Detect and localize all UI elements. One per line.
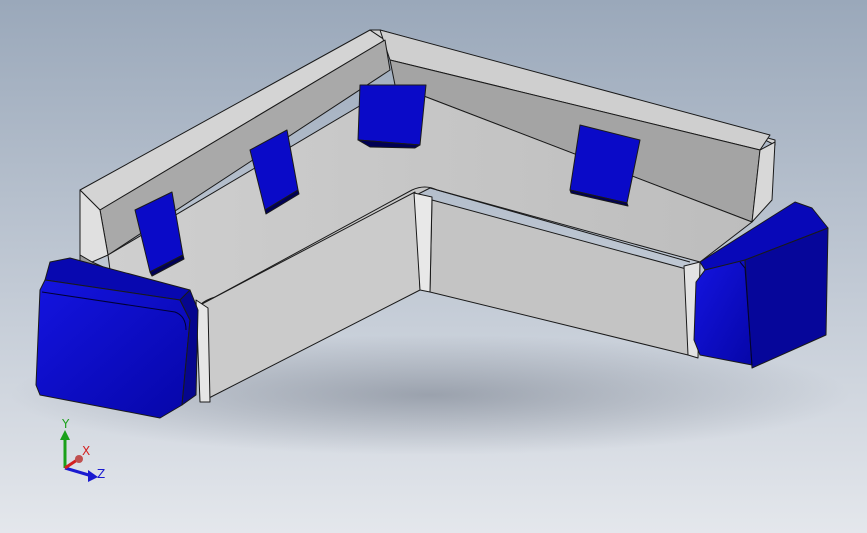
left-arm-cushion-front[interactable] [35,279,191,419]
right-arm-cushion-front[interactable] [693,259,753,366]
y-axis-label: Y [61,417,70,431]
z-axis-label: Z [97,467,105,481]
x-axis-label: X [82,444,90,458]
back-pillow-3[interactable] [357,84,427,146]
model-canvas[interactable]: Y X Z [0,0,867,533]
graphics-viewport[interactable]: Y X Z [0,0,867,533]
